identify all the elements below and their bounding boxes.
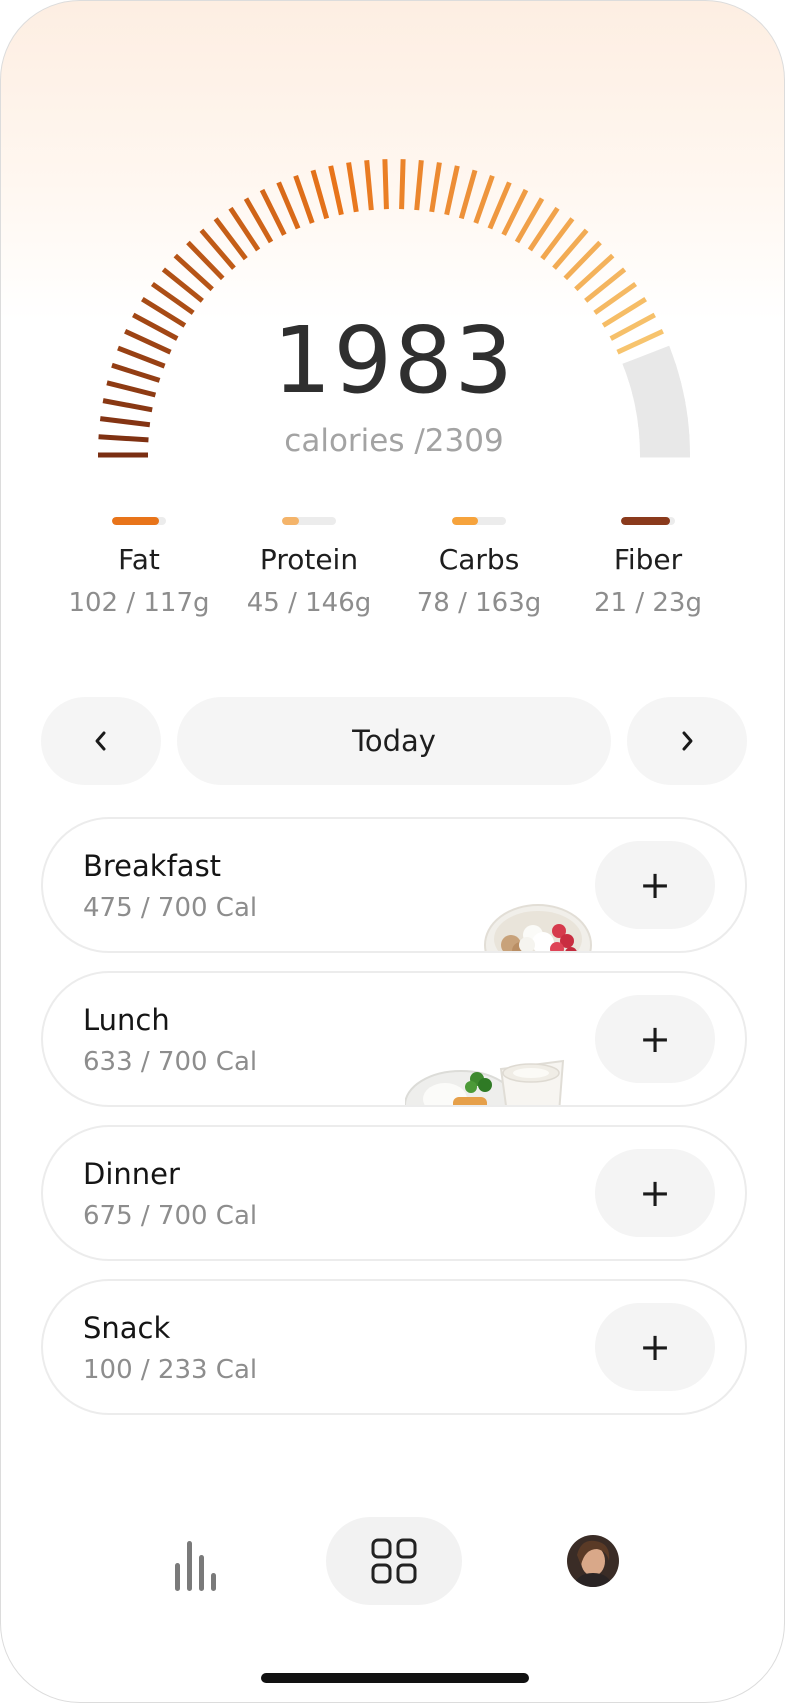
add-breakfast-button[interactable]: + — [595, 841, 715, 929]
bar-chart-icon[interactable] — [171, 1537, 219, 1593]
add-lunch-button[interactable]: + — [595, 995, 715, 1083]
macro-value: 21 / 23g — [594, 588, 702, 618]
gauge-tick-filled — [328, 165, 344, 216]
macro-fiber: Fiber 21 / 23g — [563, 517, 733, 618]
chevron-right-icon — [682, 731, 693, 751]
macro-protein: Protein 45 / 146g — [224, 517, 394, 618]
gauge-tick-filled — [414, 160, 424, 211]
macro-progress-track — [112, 517, 166, 525]
meal-calories: 475 / 700 Cal — [83, 893, 258, 923]
gauge-tick-filled — [346, 162, 359, 213]
macro-progress-fill — [282, 517, 299, 525]
gauge-tick-filled — [293, 174, 315, 224]
meal-calories: 100 / 233 Cal — [83, 1355, 258, 1385]
calorie-gauge: 1983 calories /2309 — [1, 1, 784, 481]
chevron-left-icon — [95, 731, 106, 751]
calories-eaten: 1983 — [272, 307, 516, 414]
grid-icon — [371, 1538, 417, 1584]
gauge-tick-filled — [444, 165, 460, 216]
meal-calories: 675 / 700 Cal — [83, 1201, 258, 1231]
macro-name: Fiber — [613, 543, 683, 576]
gauge-tick-filled — [458, 169, 478, 220]
gauge-tick-filled — [310, 169, 330, 220]
meal-title: Snack — [83, 1311, 171, 1345]
breakfast-bowl-image — [484, 904, 592, 951]
bottom-tab-bar — [1, 1517, 784, 1607]
macro-name: Fat — [118, 543, 160, 576]
previous-day-button[interactable] — [41, 697, 161, 785]
macro-name: Protein — [259, 543, 359, 576]
gauge-tick-filled — [487, 181, 512, 230]
profile-avatar-image — [567, 1535, 619, 1587]
app-screen: 1983 calories /2309 Fat 102 / 117g Prote… — [0, 0, 785, 1703]
macro-progress-fill — [452, 517, 478, 525]
lunch-plate-image — [405, 1059, 565, 1105]
home-indicator — [261, 1673, 529, 1683]
add-snack-button[interactable]: + — [595, 1303, 715, 1391]
meal-card-breakfast[interactable]: Breakfast 475 / 700 Cal + — [41, 817, 747, 953]
macro-progress-fill — [621, 517, 671, 525]
calories-goal-label: calories /2309 — [284, 423, 504, 459]
macro-value: 78 / 163g — [416, 588, 542, 618]
day-navigation: Today — [41, 697, 747, 785]
macro-value: 45 / 146g — [246, 588, 372, 618]
macros-summary: Fat 102 / 117g Protein 45 / 146g Carbs 7… — [1, 517, 784, 627]
gauge-tick-filled — [473, 174, 495, 224]
meal-card-snack[interactable]: Snack 100 / 233 Cal + — [41, 1279, 747, 1415]
add-dinner-button[interactable]: + — [595, 1149, 715, 1237]
avatar[interactable] — [567, 1535, 619, 1587]
meal-card-dinner[interactable]: Dinner 675 / 700 Cal + — [41, 1125, 747, 1261]
meal-title: Lunch — [83, 1003, 170, 1037]
gauge-tick-filled — [364, 160, 374, 211]
macro-fat: Fat 102 / 117g — [54, 517, 224, 618]
gauge-tick-filled — [276, 181, 301, 230]
meal-calories: 633 / 700 Cal — [83, 1047, 258, 1077]
macro-progress-track — [621, 517, 675, 525]
macro-name: Carbs — [438, 543, 520, 576]
next-day-button[interactable] — [627, 697, 747, 785]
meal-card-lunch[interactable]: Lunch 633 / 700 Cal + — [41, 971, 747, 1107]
meal-title: Dinner — [83, 1157, 180, 1191]
current-day-button[interactable]: Today — [177, 697, 611, 785]
macro-progress-track — [282, 517, 336, 525]
macro-progress-fill — [112, 517, 159, 525]
macro-carbs: Carbs 78 / 163g — [394, 517, 564, 618]
home-tab-button[interactable] — [326, 1517, 462, 1605]
macro-progress-track — [452, 517, 506, 525]
gauge-tick-filled — [399, 159, 406, 210]
meal-title: Breakfast — [83, 849, 222, 883]
macro-value: 102 / 117g — [68, 588, 210, 618]
gauge-tick-filled — [382, 159, 389, 210]
gauge-tick-filled — [429, 162, 442, 213]
